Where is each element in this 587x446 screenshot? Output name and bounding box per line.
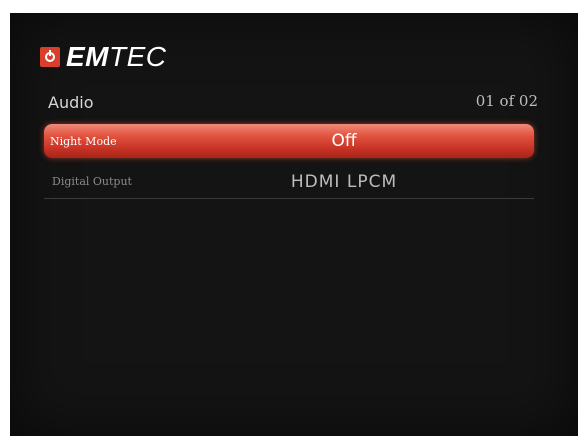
logo-text-light: TEC	[109, 41, 167, 72]
logo-text: EMTEC	[66, 43, 167, 71]
logo-text-bold: EM	[66, 41, 109, 72]
setting-row-digital-output[interactable]: Digital Output HDMI LPCM	[44, 165, 534, 199]
section-title: Audio	[48, 93, 94, 112]
setting-label: Night Mode	[50, 134, 117, 148]
setting-value: HDMI LPCM	[290, 171, 398, 192]
setting-row-night-mode[interactable]: Night Mode Off	[44, 124, 534, 158]
emtec-logo: EMTEC	[40, 37, 167, 77]
setting-value: Off	[331, 131, 357, 151]
power-icon	[40, 47, 60, 67]
tv-screen: EMTEC Audio 01 of 02 Night Mode Off Digi…	[10, 13, 578, 436]
page-indicator: 01 of 02	[475, 92, 538, 110]
setting-label: Digital Output	[52, 175, 132, 188]
